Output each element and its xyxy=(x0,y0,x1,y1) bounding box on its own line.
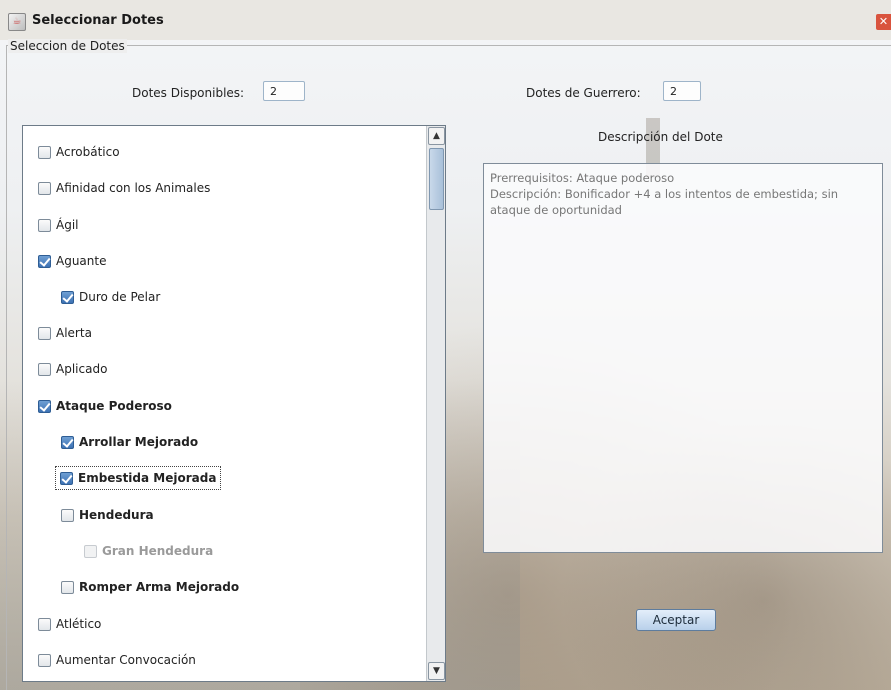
java-cup-icon: ☕ xyxy=(8,13,26,31)
feat-label: Gran Hendedura xyxy=(102,544,214,558)
feat-label: Acrobático xyxy=(56,145,120,159)
feat-checkbox[interactable] xyxy=(38,653,51,667)
feat-checkbox[interactable] xyxy=(61,508,74,522)
scroll-thumb[interactable] xyxy=(429,148,444,210)
feat-label: Romper Arma Mejorado xyxy=(79,580,240,594)
description-prereq: Prerrequisitos: Ataque poderoso xyxy=(490,171,675,185)
feat-label: Embestida Mejorada xyxy=(78,471,217,485)
feat-label: Aumentar Convocación xyxy=(56,653,196,667)
feat-checkbox[interactable] xyxy=(38,254,51,268)
feat-checkbox[interactable] xyxy=(61,435,74,449)
warrior-feats-field[interactable]: 2 xyxy=(663,81,701,101)
feats-list[interactable]: Acrobático Afinidad con los Animales Ágil A… xyxy=(22,125,446,682)
chevron-up-icon[interactable]: ▲ xyxy=(428,127,445,145)
feat-checkbox[interactable] xyxy=(38,326,51,340)
warrior-feats-label: Dotes de Guerrero: xyxy=(526,86,641,100)
feat-checkbox[interactable] xyxy=(61,290,74,304)
title-bar[interactable]: ☕ Seleccionar Dotes ✕ xyxy=(0,0,891,40)
feat-checkbox[interactable] xyxy=(38,399,51,413)
feat-label: Hendedura xyxy=(79,508,154,522)
feat-checkbox xyxy=(84,544,97,558)
description-title: Descripción del Dote xyxy=(598,130,723,144)
group-title: Seleccion de Dotes xyxy=(8,39,127,53)
feat-item[interactable]: Atlético xyxy=(38,613,101,635)
description-text: Descripción: Bonificador +4 a los intent… xyxy=(490,187,839,217)
feat-label: Duro de Pelar xyxy=(79,290,161,304)
feat-item[interactable]: Romper Arma Mejorado xyxy=(61,576,239,598)
accept-button[interactable]: Aceptar xyxy=(636,609,716,631)
feat-checkbox[interactable] xyxy=(61,580,74,594)
feat-checkbox[interactable] xyxy=(38,617,51,631)
feat-label: Afinidad con los Animales xyxy=(56,181,211,195)
feat-item[interactable]: Aplicado xyxy=(38,358,107,380)
feat-checkbox[interactable] xyxy=(38,181,51,195)
description-textarea[interactable]: Prerrequisitos: Ataque poderoso Descripc… xyxy=(483,163,883,553)
available-feats-field[interactable]: 2 xyxy=(263,81,305,101)
feat-item[interactable]: Aumentar Convocación xyxy=(38,649,196,671)
feat-item[interactable]: Afinidad con los Animales xyxy=(38,177,210,199)
feat-label: Ataque Poderoso xyxy=(56,399,172,413)
feat-checkbox[interactable] xyxy=(38,218,51,232)
chevron-down-icon[interactable]: ▼ xyxy=(428,662,445,680)
feat-item[interactable]: Aguante xyxy=(38,250,106,272)
feat-label: Aplicado xyxy=(56,362,108,376)
feat-item[interactable]: Ataque Poderoso xyxy=(38,395,172,417)
close-button[interactable]: ✕ xyxy=(876,14,891,30)
available-feats-label: Dotes Disponibles: xyxy=(132,86,245,100)
feats-list-content: Acrobático Afinidad con los Animales Ágil A… xyxy=(23,126,428,681)
feat-label: Ágil xyxy=(56,218,79,232)
feat-item[interactable]: Acrobático xyxy=(38,141,120,163)
feat-label: Aguante xyxy=(56,254,107,268)
feat-label: Arrollar Mejorado xyxy=(79,435,199,449)
feat-item[interactable]: Arrollar Mejorado xyxy=(61,431,198,453)
feat-item[interactable]: Duro de Pelar xyxy=(61,286,160,308)
feat-item[interactable]: Embestida Mejorada xyxy=(54,466,222,490)
vertical-scrollbar[interactable]: ▲ ▼ xyxy=(426,126,445,681)
feat-label: Atlético xyxy=(56,617,102,631)
feat-checkbox[interactable] xyxy=(60,471,73,485)
feat-label: Alerta xyxy=(56,326,92,340)
feat-checkbox[interactable] xyxy=(38,362,51,376)
dialog-window: ☕ Seleccionar Dotes ✕ Seleccion de Dotes… xyxy=(0,0,891,690)
feat-item: Gran Hendedura xyxy=(84,540,213,562)
feat-item[interactable]: Hendedura xyxy=(61,504,154,526)
feat-item[interactable]: Alerta xyxy=(38,322,92,344)
feat-checkbox[interactable] xyxy=(38,145,51,159)
window-title: Seleccionar Dotes xyxy=(32,13,164,28)
feat-item[interactable]: Ágil xyxy=(38,214,79,236)
